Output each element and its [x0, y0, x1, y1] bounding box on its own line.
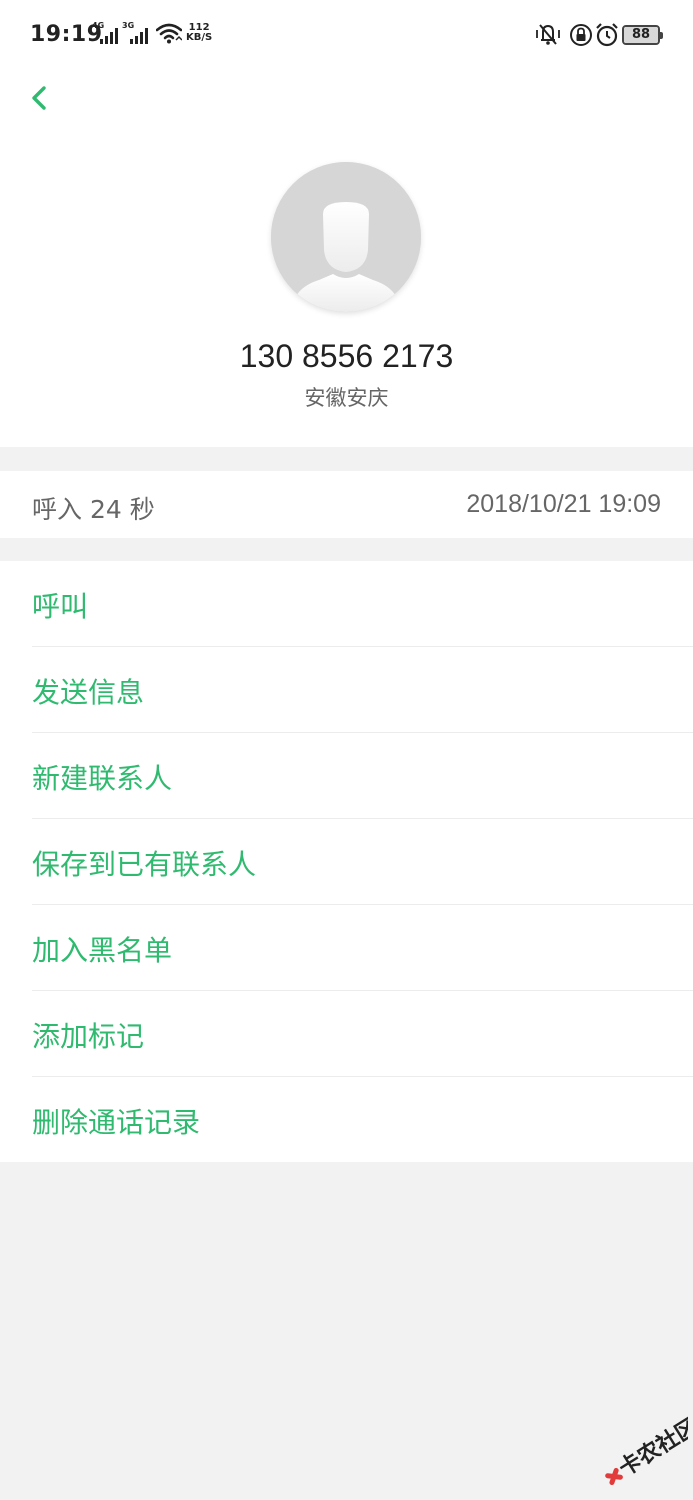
action-label: 呼叫 — [32, 590, 89, 623]
call-direction: 呼入 — [32, 495, 83, 524]
action-save-to-existing-contact[interactable]: 保存到已有联系人 — [0, 819, 693, 905]
watermark-logo: 卡农社区 — [588, 1405, 693, 1486]
action-label: 发送信息 — [32, 676, 145, 709]
phone-location: 安徽安庆 — [304, 386, 389, 410]
wifi-icon — [155, 22, 183, 48]
kanong-logo-icon: 卡农社区 — [605, 1413, 693, 1486]
contact-header: 130 8556 2173 安徽安庆 — [0, 70, 693, 447]
action-label: 新建联系人 — [32, 762, 173, 795]
action-send-message[interactable]: 发送信息 — [0, 647, 693, 733]
action-label: 添加标记 — [32, 1020, 145, 1053]
call-duration: 24 秒 — [90, 495, 155, 524]
action-list: 呼叫 发送信息 新建联系人 保存到已有联系人 加入黑名单 添加标记 删除通话记录 — [0, 561, 693, 1162]
default-avatar-icon — [271, 162, 421, 312]
phone-number: 130 8556 2173 — [239, 338, 454, 374]
vibrate-mute-icon — [534, 22, 562, 52]
avatar — [271, 162, 421, 312]
battery-icon: 88 — [622, 25, 663, 45]
call-type: 呼入 24 秒 — [32, 490, 155, 526]
call-datetime: 2018/10/21 19:09 — [466, 490, 661, 518]
action-add-tag[interactable]: 添加标记 — [0, 991, 693, 1077]
action-call[interactable]: 呼叫 — [0, 561, 693, 647]
status-bar: 19:19 4G 3G 112 KB/S 88 — [0, 0, 693, 70]
network-speed: 112 KB/S — [186, 22, 213, 43]
action-label: 删除通话记录 — [32, 1106, 201, 1139]
back-button[interactable] — [22, 78, 58, 118]
action-delete-call-log[interactable]: 删除通话记录 — [0, 1077, 693, 1163]
chevron-left-icon — [32, 86, 46, 110]
call-log-entry: 呼入 24 秒 2018/10/21 19:09 — [0, 471, 693, 538]
svg-text:卡农社区: 卡农社区 — [614, 1413, 688, 1482]
action-label: 加入黑名单 — [32, 934, 173, 967]
action-add-to-blacklist[interactable]: 加入黑名单 — [0, 905, 693, 991]
action-new-contact[interactable]: 新建联系人 — [0, 733, 693, 819]
action-label: 保存到已有联系人 — [32, 848, 257, 881]
alarm-icon — [595, 22, 619, 52]
lock-icon — [569, 22, 593, 52]
